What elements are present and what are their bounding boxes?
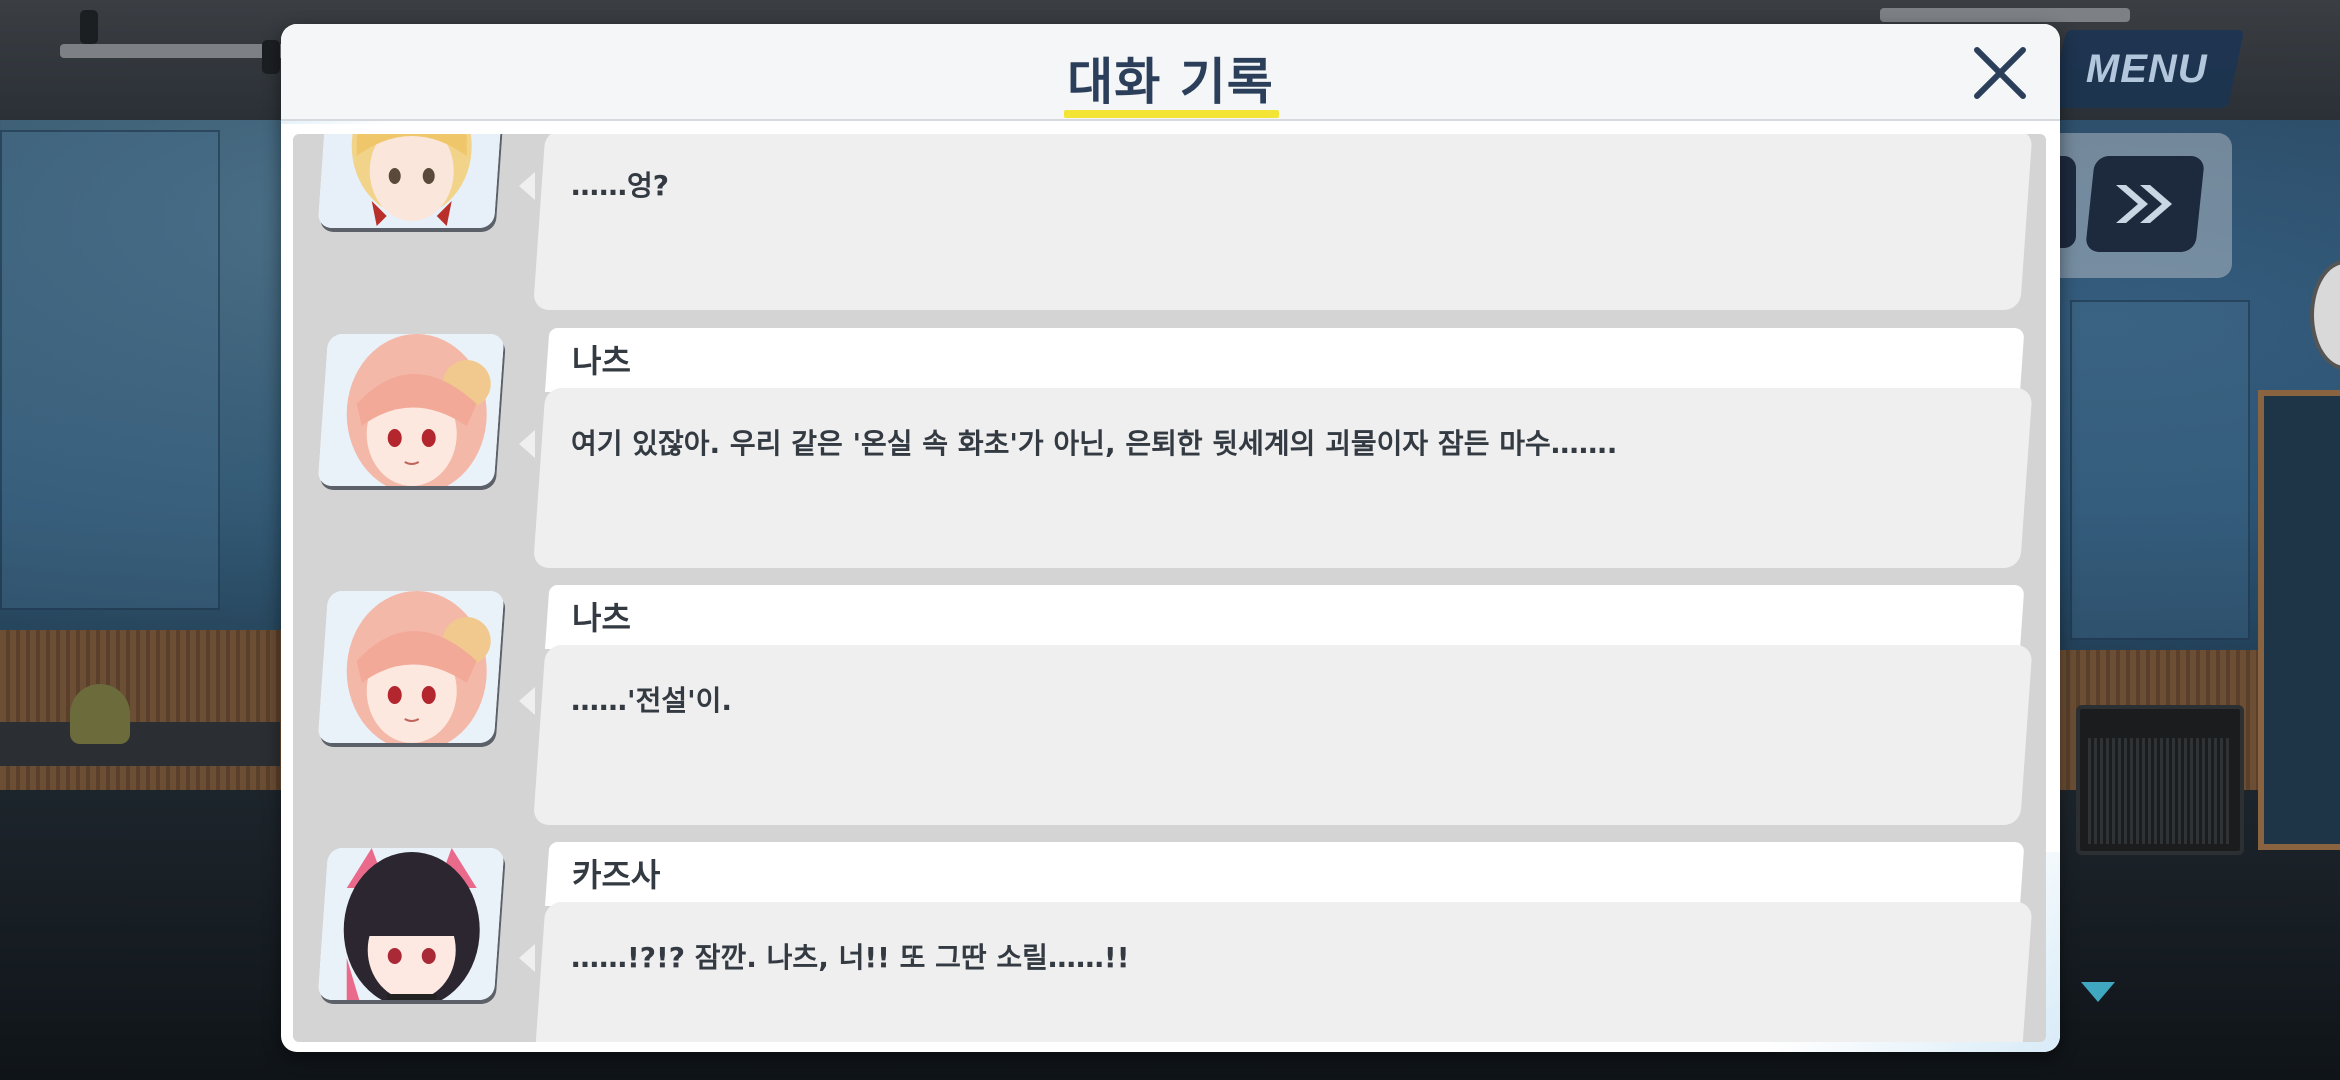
dialogue-text: ……!?!? 잠깐. 나츠, 너!! 또 그딴 소릴……!!: [571, 941, 1130, 974]
dialogue-text: ……'전설'이.: [571, 684, 733, 717]
dialogue-bubble: [533, 388, 2033, 568]
skip-button[interactable]: [2084, 156, 2206, 252]
background-keyboard: [0, 722, 280, 766]
log-entry: 나츠 ……'전설'이.: [293, 585, 2046, 825]
dialogue-bubble: [533, 134, 2033, 310]
dialog-title: 대화 기록: [1067, 53, 1274, 111]
title-underline: [1064, 110, 1279, 118]
background-clock: [2310, 260, 2340, 370]
portrait-kazusa: [317, 848, 505, 1000]
menu-button-label: MENU: [2086, 46, 2208, 91]
portrait-natsu: [317, 334, 505, 486]
dialogue-bubble-tail: [519, 944, 535, 972]
portrait-blonde-girl: [317, 134, 505, 228]
speaker-name-bar: [545, 585, 2025, 649]
speaker-name-bar: [545, 328, 2025, 392]
triangle-down-icon: [2081, 982, 2115, 1006]
background-door: [2258, 390, 2340, 850]
background-spotlight: [262, 40, 280, 74]
log-entry: ……엉?: [293, 134, 2046, 310]
speaker-name-bar: [545, 842, 2025, 906]
background-light-rail: [1880, 8, 2130, 22]
dialogue-bubble-tail: [519, 172, 535, 200]
dialog-header: 대화 기록: [281, 24, 2060, 121]
background-amplifier-grill: [2088, 738, 2232, 844]
background-chair: [70, 684, 130, 744]
background-spotlight: [80, 10, 98, 44]
dialogue-bubble-tail: [519, 430, 535, 458]
log-entry: 나츠 여기 있잖아. 우리 같은 '온실 속 화초'가 아닌, 은퇴한 뒷세계의…: [293, 328, 2046, 568]
dialogue-bubble-tail: [519, 687, 535, 715]
background-wall-panel: [2070, 300, 2250, 640]
background-wall-panel: [0, 130, 220, 610]
background-wood-wall: [0, 630, 290, 790]
log-entry: 카즈사 ……!?!? 잠깐. 나츠, 너!! 또 그딴 소릴……!!: [293, 842, 2046, 1042]
background-light-rail: [60, 44, 290, 58]
log-list[interactable]: ……엉? 나츠 여기 있잖아. 우리 같은 '온실 속 화초'가 아닌, 은퇴한…: [293, 134, 2046, 1042]
menu-button[interactable]: MENU: [2049, 30, 2245, 108]
backlog-dialog: 대화 기록 ……엉? 나츠 여기 있잖아. 우리 같은 '온실 속 화초'가 아…: [281, 24, 2060, 1052]
close-icon: [1974, 47, 2026, 99]
fast-forward-icon: [2116, 185, 2172, 223]
speaker-name: 카즈사: [572, 856, 661, 894]
speaker-name: 나츠: [572, 599, 631, 637]
speaker-name: 나츠: [572, 342, 631, 380]
dialogue-text: ……엉?: [571, 169, 670, 202]
dialogue-text: 여기 있잖아. 우리 같은 '온실 속 화초'가 아닌, 은퇴한 뒷세계의 괴물…: [571, 427, 1618, 460]
portrait-natsu: [317, 591, 505, 743]
close-button[interactable]: [1965, 38, 2035, 108]
dialogue-bubble: [533, 645, 2033, 825]
